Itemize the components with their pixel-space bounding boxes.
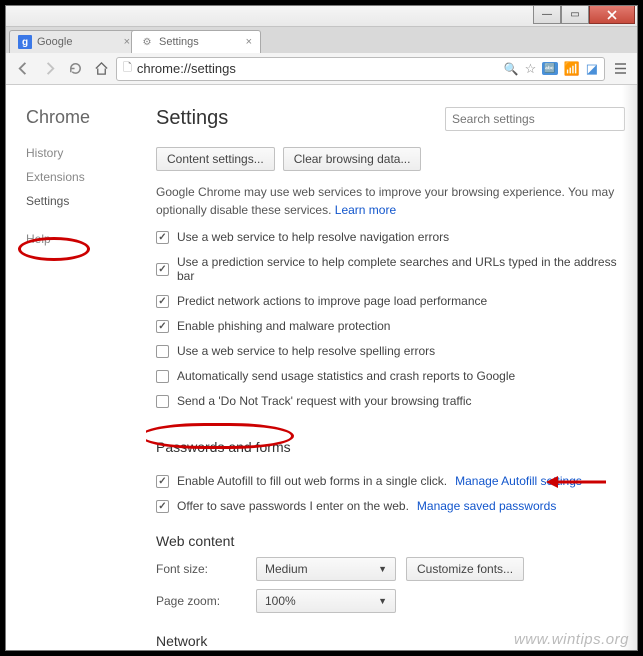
privacy-checkbox[interactable] [156,263,169,276]
privacy-checkbox[interactable] [156,395,169,408]
tab-settings[interactable]: ⚙ Settings × [131,30,261,53]
privacy-check-label: Send a 'Do Not Track' request with your … [177,394,472,408]
autofill-label: Enable Autofill to fill out web forms in… [177,474,447,488]
minimize-button[interactable]: — [533,6,561,24]
rss-icon[interactable]: 📶 [564,61,580,77]
page-icon: 🗋 [123,59,132,78]
save-passwords-checkbox[interactable] [156,500,169,513]
page-zoom-label: Page zoom: [156,594,246,608]
url-input[interactable] [137,61,499,76]
privacy-check-label: Automatically send usage statistics and … [177,369,515,383]
sidebar-brand: Chrome [26,107,146,128]
manage-autofill-link[interactable]: Manage Autofill settings [455,474,582,488]
font-size-label: Font size: [156,562,246,576]
privacy-checkbox[interactable] [156,295,169,308]
back-button[interactable] [12,58,34,80]
privacy-checkbox[interactable] [156,345,169,358]
tab-close-icon[interactable]: × [246,36,252,48]
privacy-check-label: Use a web service to help resolve naviga… [177,230,449,244]
privacy-checkbox[interactable] [156,231,169,244]
save-passwords-label: Offer to save passwords I enter on the w… [177,499,409,513]
address-bar[interactable]: 🗋 🔍 ☆ 🔤 📶 ◪ [116,57,605,81]
home-button[interactable] [90,58,112,80]
maximize-button[interactable]: ▭ [561,6,589,24]
customize-fonts-button[interactable]: Customize fonts... [406,557,524,581]
tab-close-icon[interactable]: × [124,36,130,48]
content-settings-button[interactable]: Content settings... [156,147,275,171]
privacy-check-row: Use a web service to help resolve naviga… [156,230,631,244]
privacy-check-row: Send a 'Do Not Track' request with your … [156,394,631,408]
chrome-menu-button[interactable] [609,58,631,80]
privacy-checkbox[interactable] [156,320,169,333]
search-settings-input[interactable] [445,107,625,131]
window-titlebar: — ▭ [6,6,637,27]
tab-label: Google [37,36,72,48]
privacy-check-label: Enable phishing and malware protection [177,319,390,333]
settings-main: Settings Content settings... Clear brows… [146,85,637,650]
privacy-check-row: Use a prediction service to help complet… [156,255,631,283]
browser-toolbar: 🗋 🔍 ☆ 🔤 📶 ◪ [6,53,637,85]
sidebar-item-history[interactable]: History [26,146,146,160]
privacy-check-label: Use a web service to help resolve spelli… [177,344,435,358]
extension-translate-icon[interactable]: 🔤 [542,62,557,75]
search-icon[interactable]: 🔍 [504,62,519,76]
privacy-checkbox[interactable] [156,370,169,383]
autofill-checkbox[interactable] [156,475,169,488]
tab-label: Settings [159,36,199,48]
clear-browsing-data-button[interactable]: Clear browsing data... [283,147,422,171]
page-zoom-select[interactable]: 100%▼ [256,589,396,613]
learn-more-link[interactable]: Learn more [335,203,396,217]
privacy-check-label: Predict network actions to improve page … [177,294,487,308]
sidebar-item-extensions[interactable]: Extensions [26,170,146,184]
privacy-check-label: Use a prediction service to help complet… [177,255,631,283]
privacy-check-row: Use a web service to help resolve spelli… [156,344,631,358]
tab-strip: g Google × ⚙ Settings × [6,27,637,53]
privacy-check-list: Use a web service to help resolve naviga… [156,230,631,408]
tab-google[interactable]: g Google × [9,30,139,53]
google-favicon: g [18,35,32,49]
watermark: www.wintips.org [514,631,629,648]
star-icon[interactable]: ☆ [525,61,537,77]
close-button[interactable] [589,6,635,24]
privacy-check-row: Automatically send usage statistics and … [156,369,631,383]
reload-button[interactable] [64,58,86,80]
manage-saved-passwords-link[interactable]: Manage saved passwords [417,499,556,513]
scrollbar[interactable] [622,85,637,650]
privacy-check-row: Predict network actions to improve page … [156,294,631,308]
section-webcontent-title: Web content [156,533,631,549]
sidebar-item-settings[interactable]: Settings [26,194,146,208]
page-title: Settings [156,107,228,130]
sidebar-item-help[interactable]: Help [26,232,146,246]
search-settings-field[interactable] [452,112,618,126]
extension-icon[interactable]: ◪ [586,61,598,77]
privacy-check-row: Enable phishing and malware protection [156,319,631,333]
gear-icon: ⚙ [140,35,154,49]
privacy-description: Google Chrome may use web services to im… [156,183,631,219]
forward-button[interactable] [38,58,60,80]
settings-sidebar: Chrome History Extensions Settings Help [6,85,146,650]
font-size-select[interactable]: Medium▼ [256,557,396,581]
section-passwords-title: Passwords and forms [156,439,291,455]
